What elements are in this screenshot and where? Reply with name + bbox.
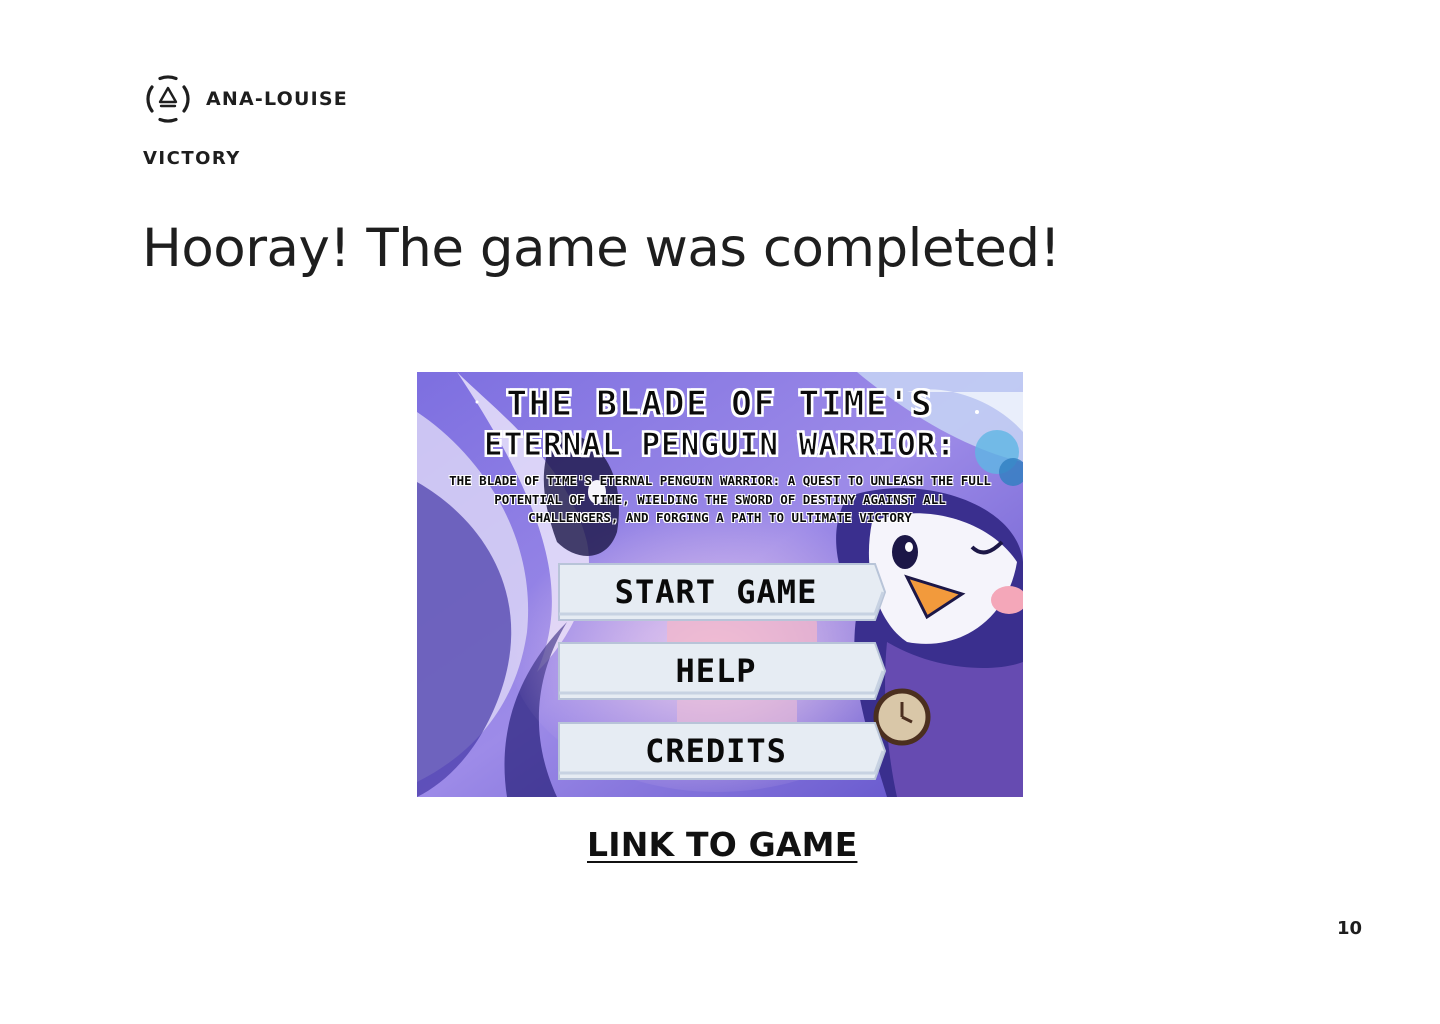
link-to-game[interactable]: LINK TO GAME: [587, 825, 857, 864]
page-number: 10: [1336, 918, 1362, 939]
slide-page: ANA-LOUISE VICTORY Hooray! The game was …: [0, 0, 1440, 1024]
credits-button[interactable]: CREDITS: [557, 721, 887, 781]
start-game-button[interactable]: START GAME: [557, 562, 887, 622]
game-screenshot: The Blade of Time's Eternal Penguin Warr…: [417, 372, 1023, 797]
credits-label: CREDITS: [645, 732, 787, 770]
help-label: HELP: [675, 652, 757, 690]
game-subtitle: The Blade of Time's Eternal Penguin Warr…: [449, 473, 991, 525]
start-game-label: START GAME: [614, 573, 818, 611]
game-title-line2: Eternal Penguin Warrior:: [484, 427, 956, 464]
page-title: Hooray! The game was completed!: [142, 218, 1061, 279]
brand-header: ANA-LOUISE: [142, 74, 348, 124]
game-title-line1: The Blade of Time's: [506, 384, 934, 425]
section-label: VICTORY: [143, 148, 241, 169]
help-button[interactable]: HELP: [557, 641, 887, 701]
brand-name: ANA-LOUISE: [206, 88, 348, 110]
triangle-in-circle-logo-icon: [146, 75, 190, 123]
